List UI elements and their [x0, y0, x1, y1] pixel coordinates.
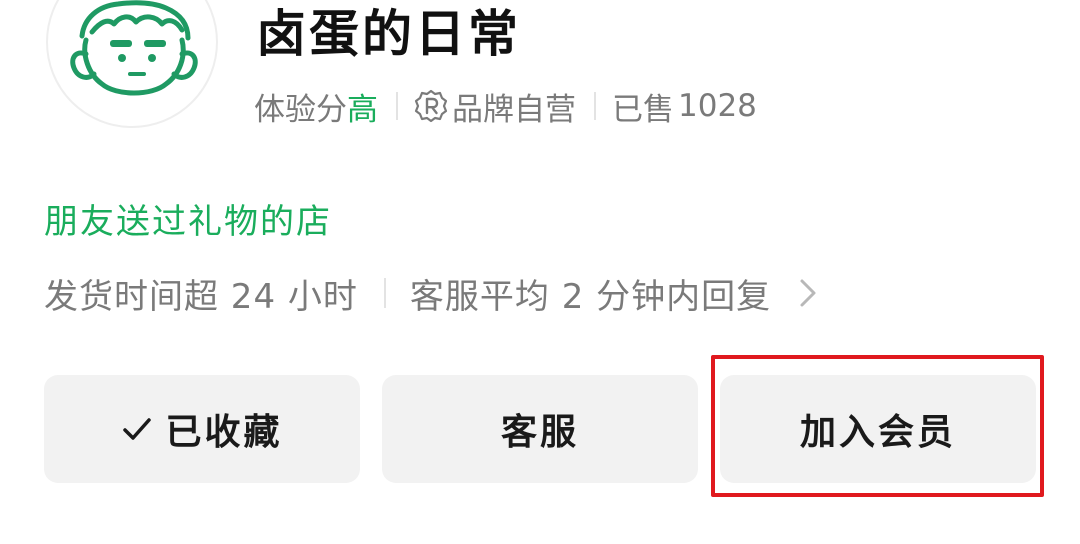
- registered-badge-icon: [414, 89, 448, 123]
- brand-self-operated-label: 品牌自营: [452, 91, 576, 128]
- customer-service-button[interactable]: 客服: [382, 375, 698, 483]
- service-info-row[interactable]: 发货时间超 24 小时 客服平均 2 分钟内回复: [44, 270, 817, 317]
- customer-service-label: 客服: [500, 412, 579, 453]
- shop-name: 卤蛋的日常: [256, 5, 521, 63]
- shop-avatar[interactable]: [46, 0, 218, 128]
- service-divider: [383, 278, 386, 308]
- favorited-button[interactable]: 已收藏: [44, 375, 360, 483]
- shipping-time-text: 发货时间超 24 小时: [44, 276, 358, 317]
- experience-score-label: 体验分: [254, 91, 347, 128]
- join-member-button[interactable]: 加入会员: [720, 375, 1036, 483]
- sold-count: 1028: [678, 88, 757, 124]
- response-time-text: 客服平均 2 分钟内回复: [409, 276, 772, 317]
- join-member-label: 加入会员: [799, 412, 956, 453]
- cartoon-face-avatar-icon: [70, 0, 198, 96]
- experience-score-value: 高: [347, 91, 378, 128]
- check-icon: [121, 416, 153, 442]
- friend-gift-tag: 朋友送过礼物的店: [44, 202, 332, 242]
- meta-divider: [594, 92, 596, 120]
- shop-meta-row: 体验分 高 品牌自营 已售 1028: [254, 84, 757, 128]
- shop-header-page: 卤蛋的日常 体验分 高 品牌自营 已售 1028 朋友送过礼物的店 发货时间超 …: [0, 0, 1080, 544]
- favorited-label: 已收藏: [165, 412, 283, 453]
- meta-divider: [396, 92, 398, 120]
- sold-label: 已售: [612, 91, 674, 128]
- chevron-right-icon: [799, 278, 817, 308]
